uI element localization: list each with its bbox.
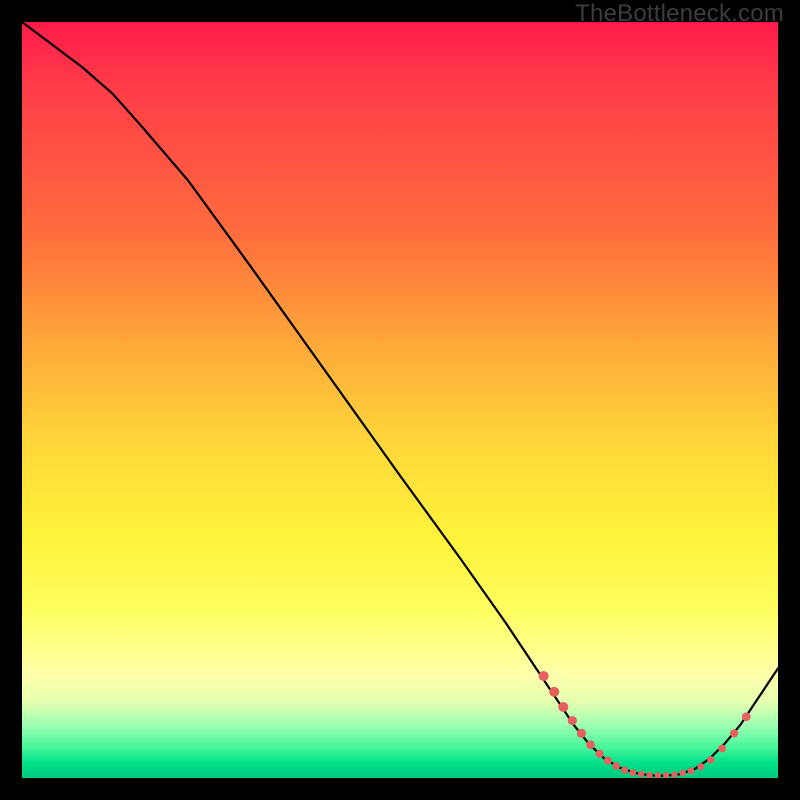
chart-stage: TheBottleneck.com xyxy=(0,0,800,800)
bottleneck-curve xyxy=(22,22,778,776)
curve-marker xyxy=(568,716,577,725)
curve-marker xyxy=(663,772,669,778)
curve-marker xyxy=(558,702,568,712)
curve-marker xyxy=(671,771,677,777)
plot-area xyxy=(22,22,778,778)
curve-marker xyxy=(612,762,620,770)
curve-marker xyxy=(730,729,738,737)
curve-marker xyxy=(638,771,645,778)
curve-marker xyxy=(577,729,586,738)
curve-marker xyxy=(629,769,636,776)
curve-marker xyxy=(718,745,726,753)
markers-group xyxy=(539,671,751,778)
curve-marker xyxy=(655,772,661,778)
curve-marker xyxy=(697,763,704,770)
curve-marker xyxy=(679,770,686,777)
curve-marker xyxy=(549,687,559,697)
curve-marker xyxy=(742,712,751,721)
curve-marker xyxy=(646,772,652,778)
curve-marker xyxy=(595,750,603,758)
curve-marker xyxy=(604,757,612,765)
curve-svg xyxy=(22,22,778,778)
curve-marker xyxy=(688,767,695,774)
curve-marker xyxy=(586,740,595,749)
curve-marker xyxy=(539,671,549,681)
curve-marker xyxy=(621,766,628,773)
curve-marker xyxy=(707,756,714,763)
